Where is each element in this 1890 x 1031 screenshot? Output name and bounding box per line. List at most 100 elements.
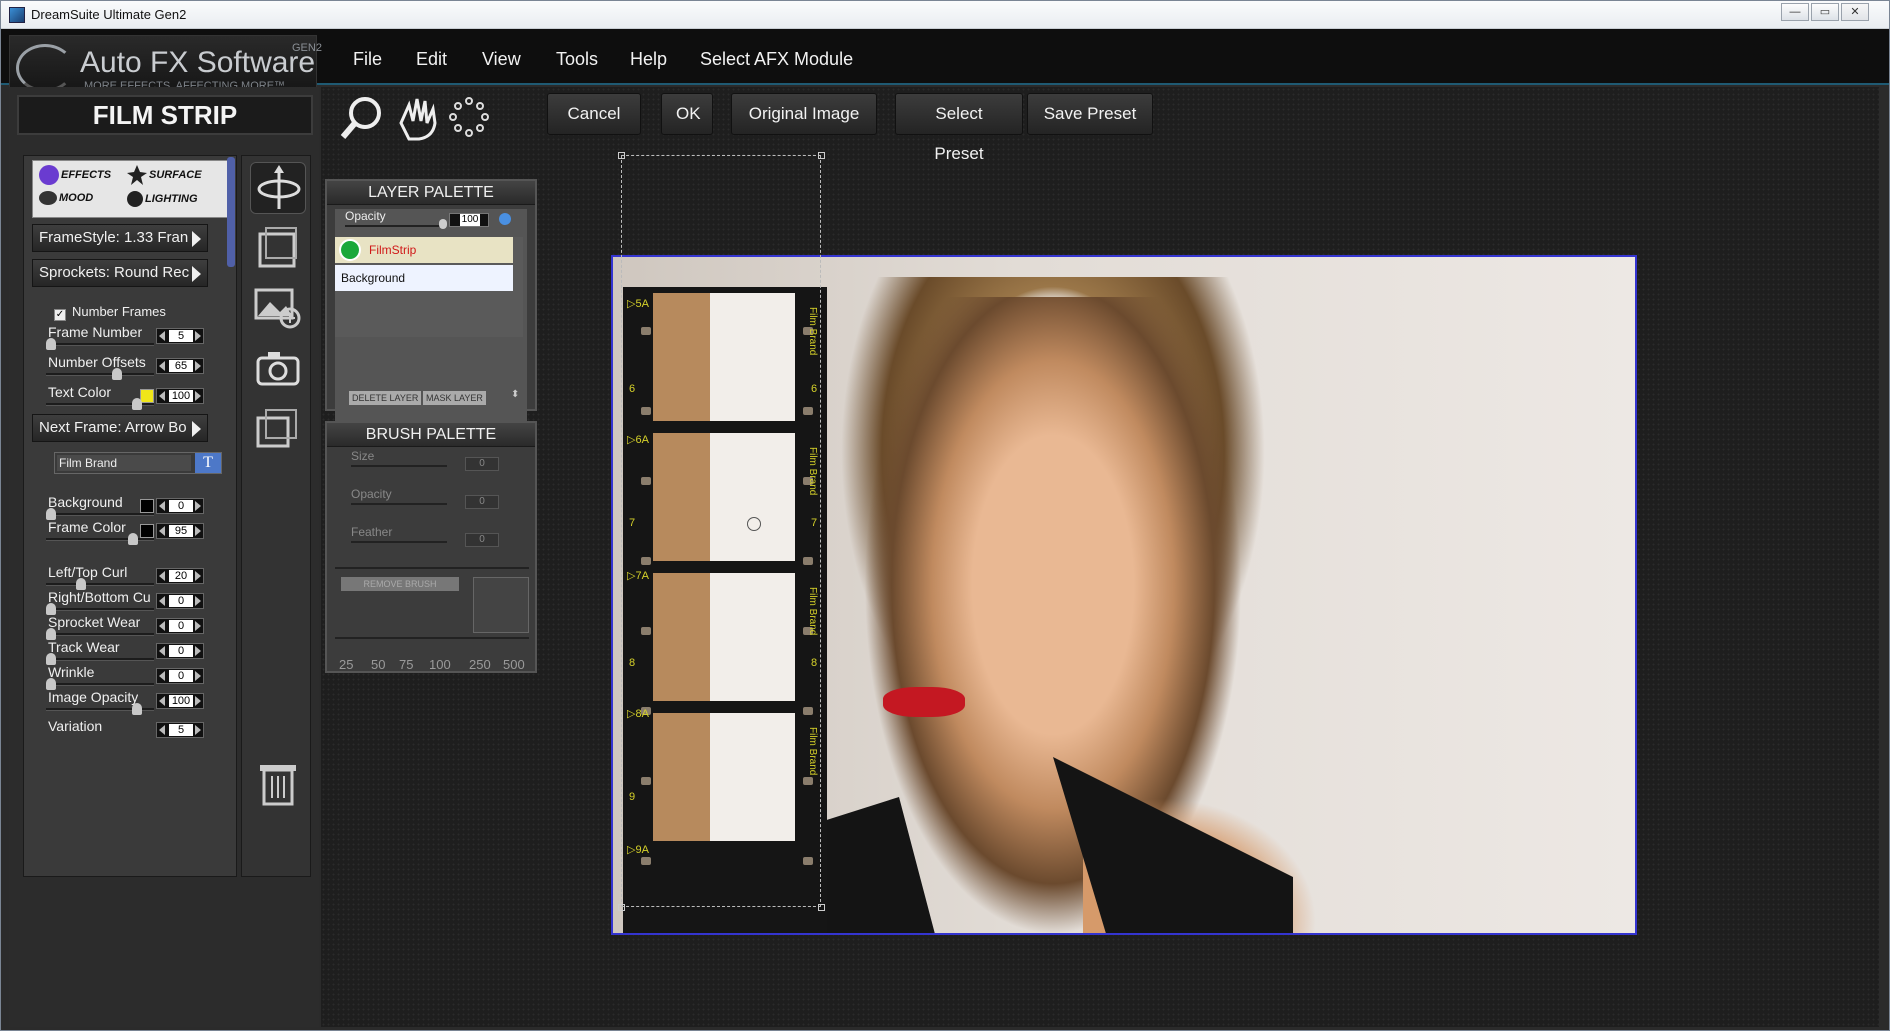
arrow-right-icon[interactable] (195, 725, 201, 735)
brush-opacity-track[interactable] (351, 503, 447, 505)
menu-view[interactable]: View (482, 49, 521, 70)
slider-track[interactable] (46, 583, 154, 586)
checkbox-box[interactable]: ✓ (54, 309, 66, 321)
rotate-3d-tool[interactable] (250, 162, 306, 214)
mask-layer-button[interactable]: MASK LAYER (423, 391, 486, 405)
number-stepper[interactable]: 100 (156, 693, 204, 709)
arrow-left-icon[interactable] (159, 361, 165, 371)
number-stepper[interactable]: 0 (156, 668, 204, 684)
slider-track[interactable] (46, 683, 154, 686)
arrow-right-icon[interactable] (195, 696, 201, 706)
camera-tool[interactable] (250, 342, 306, 394)
arrow-left-icon[interactable] (159, 725, 165, 735)
layer-info-icon[interactable] (499, 213, 511, 225)
arrow-right-icon[interactable] (195, 596, 201, 606)
brush-size-75[interactable]: 75 (399, 657, 413, 672)
sprockets-dropdown[interactable]: Sprockets: Round Rec (32, 259, 208, 287)
stepper-value[interactable]: 0 (169, 595, 193, 607)
stepper-value[interactable]: 0 (169, 645, 193, 657)
slider-track[interactable] (46, 658, 154, 661)
brush-feather-track[interactable] (351, 541, 447, 543)
brush-size-100[interactable]: 100 (429, 657, 451, 672)
arrow-left-icon[interactable] (159, 671, 165, 681)
number-stepper[interactable]: 0 (156, 643, 204, 659)
magnifier-icon[interactable] (339, 95, 387, 141)
cancel-button[interactable]: Cancel (547, 93, 641, 135)
hand-icon[interactable] (391, 93, 441, 141)
stepper-value[interactable]: 0 (169, 620, 193, 632)
brush-size-25[interactable]: 25 (339, 657, 353, 672)
number-stepper[interactable]: 0 (156, 593, 204, 609)
menu-file[interactable]: File (353, 49, 382, 70)
slider-thumb[interactable] (132, 703, 142, 715)
brush-opacity-stepper[interactable]: 0 (465, 495, 499, 509)
arrow-right-icon[interactable] (195, 391, 201, 401)
arrow-left-icon[interactable] (159, 621, 165, 631)
number-stepper[interactable]: 20 (156, 568, 204, 584)
controls-scrollbar[interactable] (227, 157, 235, 267)
text-color-swatch[interactable] (140, 389, 154, 403)
maximize-button[interactable]: ▭ (1811, 3, 1839, 21)
close-button[interactable]: ✕ (1841, 3, 1869, 21)
number-stepper[interactable]: 0 (156, 618, 204, 634)
layer-background[interactable]: Background (335, 265, 513, 291)
number-stepper[interactable]: 0 (156, 498, 204, 514)
brush-size-250[interactable]: 250 (469, 657, 491, 672)
arrow-left-icon[interactable] (159, 526, 165, 536)
resize-handle[interactable] (818, 152, 825, 159)
resize-handle[interactable] (818, 904, 825, 911)
power-icon[interactable] (339, 239, 361, 261)
stepper-value[interactable]: 100 (460, 214, 480, 226)
slider-track[interactable] (46, 373, 154, 376)
layer-opacity-thumb[interactable] (439, 219, 447, 229)
arrow-right-icon[interactable] (195, 526, 201, 536)
arrow-right-icon[interactable] (195, 331, 201, 341)
remove-brush-button[interactable]: REMOVE BRUSH (341, 577, 459, 591)
stepper-value[interactable]: 95 (169, 525, 193, 537)
arrow-left-icon[interactable] (159, 331, 165, 341)
resize-handle[interactable] (618, 904, 625, 911)
arrow-left-icon[interactable] (159, 501, 165, 511)
add-image-tool[interactable] (250, 282, 306, 334)
stepper-value[interactable]: 65 (169, 360, 193, 372)
number-stepper[interactable]: 100 (156, 388, 204, 404)
arrow-right-icon[interactable] (195, 501, 201, 511)
film-brand-input[interactable] (57, 455, 191, 471)
brush-size-track[interactable] (351, 465, 447, 467)
arrow-left-icon[interactable] (159, 696, 165, 706)
stepper-value[interactable]: 0 (169, 500, 193, 512)
spinner-icon[interactable] (447, 95, 491, 139)
layer-filmstrip[interactable]: FilmStrip (335, 237, 513, 263)
slider-track[interactable] (46, 513, 154, 516)
background-color-swatch[interactable] (140, 499, 154, 513)
stepper-value[interactable]: 20 (169, 570, 193, 582)
brush-size-stepper[interactable]: 0 (465, 457, 499, 471)
slider-track[interactable] (46, 343, 154, 346)
arrow-left-icon[interactable] (159, 646, 165, 656)
tab-effects[interactable]: EFFECTS (39, 165, 111, 185)
nextframe-dropdown[interactable]: Next Frame: Arrow Bo (32, 414, 208, 442)
ok-button[interactable]: OK (661, 93, 713, 135)
text-style-button[interactable]: T (195, 453, 221, 473)
brush-size-500[interactable]: 500 (503, 657, 525, 672)
arrow-right-icon[interactable] (195, 671, 201, 681)
slider-thumb[interactable] (46, 338, 56, 350)
framestyle-dropdown[interactable]: FrameStyle: 1.33 Fran (32, 224, 208, 252)
arrow-left-icon[interactable] (159, 391, 165, 401)
stepper-value[interactable]: 5 (169, 724, 193, 736)
stepper-value[interactable]: 5 (169, 330, 193, 342)
slider-thumb[interactable] (128, 533, 138, 545)
menu-tools[interactable]: Tools (556, 49, 598, 70)
brush-feather-stepper[interactable]: 0 (465, 533, 499, 547)
arrow-left-icon[interactable] (159, 596, 165, 606)
slider-track[interactable] (46, 608, 154, 611)
number-stepper[interactable]: 5 (156, 722, 204, 738)
updown-icon[interactable]: ⬍ (511, 389, 519, 400)
minimize-button[interactable]: — (1781, 3, 1809, 21)
arrow-right-icon[interactable] (195, 361, 201, 371)
select-preset-button[interactable]: Select Preset (895, 93, 1023, 163)
frame-color-swatch[interactable] (140, 524, 154, 538)
tab-mood[interactable]: MOOD (39, 191, 93, 205)
menu-edit[interactable]: Edit (416, 49, 447, 70)
original-image-button[interactable]: Original Image (731, 93, 877, 135)
